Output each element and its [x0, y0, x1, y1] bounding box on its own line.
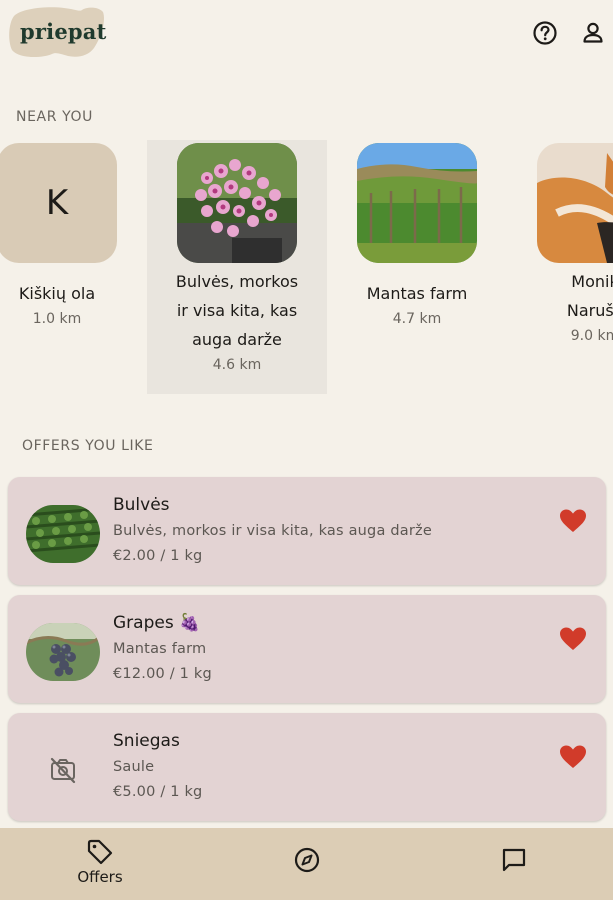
nav-offers[interactable]: Offers [60, 828, 140, 900]
near-card-name: Bulvės, morkos ir visa kita, kas auga da… [175, 272, 299, 349]
near-card-name: Monik Narušy [566, 272, 613, 320]
heart-icon[interactable] [559, 626, 587, 652]
offer-title: Sniegas [113, 731, 180, 751]
no-photo-icon [48, 755, 78, 785]
potato-field-photo [26, 505, 100, 563]
vineyard-photo [357, 143, 477, 263]
compass-icon [294, 847, 320, 873]
cat-photo [537, 143, 613, 263]
near-card-bulves[interactable]: Bulvės, morkos ir visa kita, kas auga da… [147, 140, 327, 394]
near-card-distance: 9.0 km [570, 328, 613, 344]
nav-offers-label: Offers [77, 868, 123, 886]
bottom-navigation: Offers [0, 828, 613, 900]
near-card-monika[interactable]: Monik Narušy 9.0 km [520, 140, 613, 402]
offer-card-bulves[interactable]: Bulvės Bulvės, morkos ir visa kita, kas … [8, 477, 606, 585]
nav-messages[interactable] [488, 828, 542, 900]
avatar-letter: K [45, 183, 69, 223]
heart-icon[interactable] [559, 508, 587, 534]
near-card-distance: 4.7 km [392, 311, 442, 327]
near-card-distance: 1.0 km [32, 311, 82, 327]
logo[interactable]: priepat [8, 6, 106, 60]
offer-card-grapes[interactable]: Grapes 🍇 Mantas farm €12.00 / 1 kg [8, 595, 606, 703]
near-card-name: Mantas farm [366, 284, 468, 303]
chat-icon [502, 848, 526, 872]
nav-explore[interactable] [280, 828, 334, 900]
app-header: priepat [0, 0, 613, 70]
grapes-photo [26, 623, 100, 681]
offer-subtitle: Mantas farm [113, 641, 207, 657]
logo-text: priepat [20, 19, 107, 44]
heart-icon[interactable] [559, 744, 587, 770]
near-you-carousel[interactable]: K Kiškių ola 1.0 km Bulvės, morkos ir vi… [0, 140, 613, 402]
near-you-heading: NEAR YOU [16, 109, 93, 125]
offer-title: Grapes 🍇 [113, 613, 201, 633]
offer-price: €5.00 / 1 kg [113, 784, 203, 800]
flowers-photo [177, 143, 297, 263]
tag-icon [87, 839, 113, 865]
offer-subtitle: Saule [113, 759, 155, 775]
offer-price: €12.00 / 1 kg [113, 666, 212, 682]
near-card-name: Kiškių ola [18, 284, 96, 303]
offer-price: €2.00 / 1 kg [113, 548, 203, 564]
offer-card-sniegas[interactable]: Sniegas Saule €5.00 / 1 kg [8, 713, 606, 821]
near-card-distance: 4.6 km [212, 357, 262, 373]
offer-title: Bulvės [113, 495, 170, 515]
near-card-mantas-farm[interactable]: Mantas farm 4.7 km [342, 140, 492, 402]
help-circle-icon[interactable] [532, 20, 558, 46]
offers-you-like-heading: OFFERS YOU LIKE [22, 438, 154, 454]
user-icon[interactable] [580, 20, 606, 46]
near-card-avatar: K [0, 143, 117, 263]
offer-subtitle: Bulvės, morkos ir visa kita, kas auga da… [113, 523, 432, 539]
near-card-kiskiu-ola[interactable]: K Kiškių ola 1.0 km [0, 140, 128, 402]
